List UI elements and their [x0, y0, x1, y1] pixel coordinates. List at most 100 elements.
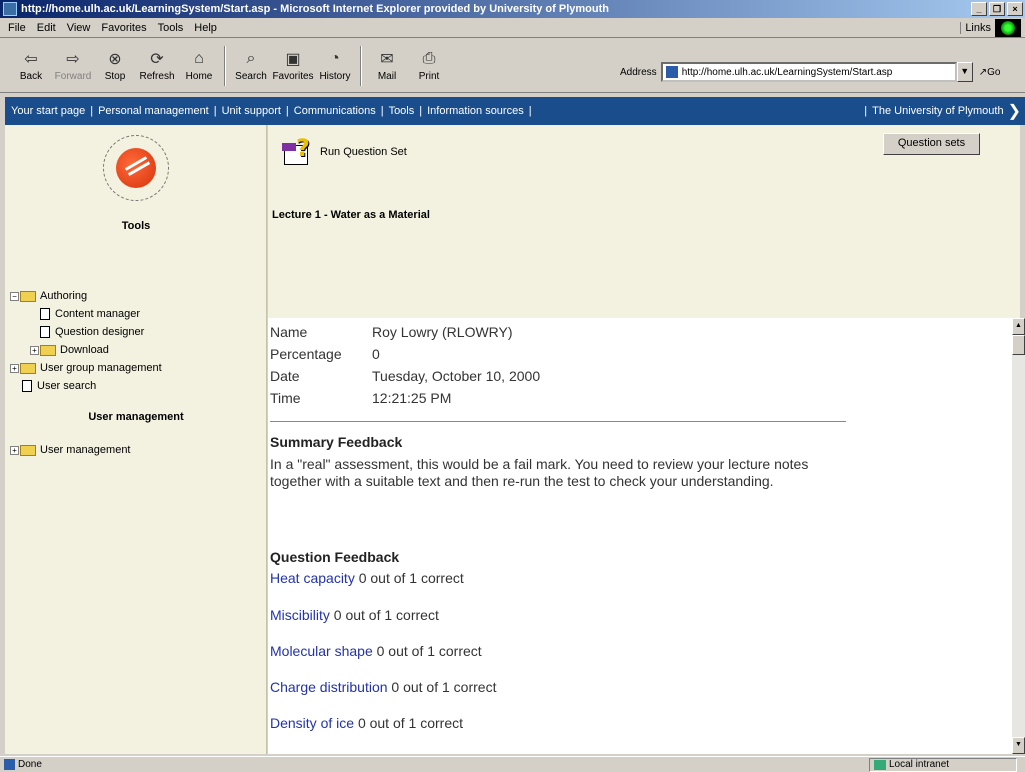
date-label: Date [270, 368, 300, 384]
summary-text: In a "real" assessment, this would be a … [270, 456, 809, 489]
topic-link-charge-distribution[interactable]: Charge distribution [270, 679, 388, 695]
expand-icon[interactable]: + [30, 345, 39, 355]
feedback-row: Density of ice 0 out of 1 correct [270, 715, 463, 731]
nav-communications[interactable]: Communications [294, 105, 376, 117]
ie-throbber-icon [995, 18, 1021, 37]
print-button[interactable]: ⎙ Print [408, 49, 450, 82]
expand-icon[interactable]: + [10, 445, 19, 455]
home-button[interactable]: ⌂ Home [178, 49, 220, 82]
forward-button[interactable]: ⇨ Forward [52, 49, 94, 82]
forward-arrow-icon: ⇨ [66, 51, 80, 68]
feedback-result: 0 out of 1 correct [333, 607, 439, 623]
nav-tools[interactable]: Tools [389, 105, 415, 117]
search-button[interactable]: ⌕ Search [230, 49, 272, 82]
back-button[interactable]: ⇦ Back [10, 49, 52, 82]
go-button[interactable]: ↗Go [979, 67, 1001, 78]
page-icon [665, 66, 678, 78]
tree-item-authoring[interactable]: − Authoring [10, 287, 162, 305]
folder-icon [20, 362, 36, 374]
question-sets-button[interactable]: Question sets [883, 133, 980, 155]
close-button[interactable]: × [1007, 2, 1023, 16]
ie-page-icon [3, 2, 17, 16]
menu-help[interactable]: Help [194, 22, 217, 34]
tree-item-user-search[interactable]: User search [10, 377, 162, 395]
back-arrow-icon: ⇦ [24, 51, 38, 68]
vertical-scrollbar[interactable]: ▲ ▼ [1012, 318, 1025, 754]
name-value: Roy Lowry (RLOWRY) [372, 324, 513, 340]
expand-icon[interactable]: + [10, 363, 19, 373]
nav-unit-support[interactable]: Unit support [222, 105, 281, 117]
nav-personal-management[interactable]: Personal management [98, 105, 209, 117]
authoring-tree: − Authoring Content manager Question des… [10, 287, 162, 395]
results-panel: Name Roy Lowry (RLOWRY) Percentage 0 Dat… [268, 318, 1012, 754]
menu-view[interactable]: View [67, 22, 91, 34]
run-question-set: ? Run Question Set [282, 134, 407, 167]
topic-link-molecular-shape[interactable]: Molecular shape [270, 643, 373, 659]
refresh-button[interactable]: ⟳ Refresh [136, 49, 178, 82]
tree-item-download[interactable]: + Download [10, 341, 162, 359]
history-button[interactable]: ◔ History [314, 49, 356, 82]
address-bar: Address http://home.ulh.ac.uk/LearningSy… [620, 62, 1000, 82]
tools-sidebar: Tools − Authoring Content manager Questi… [5, 125, 267, 754]
nav-university-link[interactable]: The University of Plymouth [872, 105, 1003, 117]
minimize-button[interactable]: _ [971, 2, 987, 16]
time-label: Time [270, 390, 301, 406]
tree-item-content-manager[interactable]: Content manager [10, 305, 162, 323]
menu-tools[interactable]: Tools [158, 22, 184, 34]
summary-heading: Summary Feedback [270, 434, 403, 450]
scroll-down-icon[interactable]: ▼ [1012, 737, 1025, 754]
feedback-result: 0 out of 1 correct [358, 570, 464, 586]
home-icon: ⌂ [194, 50, 204, 67]
menu-favorites[interactable]: Favorites [101, 22, 146, 34]
nav-information-sources[interactable]: Information sources [427, 105, 524, 117]
scroll-up-icon[interactable]: ▲ [1012, 318, 1025, 335]
nav-start-page[interactable]: Your start page [11, 105, 85, 117]
name-row: Name Roy Lowry (RLOWRY) [270, 324, 513, 340]
tree-item-question-designer[interactable]: Question designer [10, 323, 162, 341]
collapse-icon[interactable]: − [10, 291, 19, 301]
question-set-icon: ? [282, 134, 314, 167]
favorites-button[interactable]: ▣ Favorites [272, 49, 314, 82]
status-text: Done [18, 759, 42, 770]
feedback-result: 0 out of 1 correct [391, 679, 497, 695]
nav-expand-icon[interactable]: ❯ [1008, 101, 1021, 121]
address-label: Address [620, 66, 657, 78]
topic-link-heat-capacity[interactable]: Heat capacity [270, 570, 355, 586]
time-row: Time 12:21:25 PM [270, 390, 451, 406]
tree-item-user-group-management[interactable]: + User group management [10, 359, 162, 377]
date-value: Tuesday, October 10, 2000 [372, 368, 541, 384]
intranet-icon [874, 759, 886, 770]
security-zone: Local intranet [869, 757, 1017, 772]
menu-edit[interactable]: Edit [37, 22, 56, 34]
time-value: 12:21:25 PM [372, 390, 452, 406]
percentage-value: 0 [372, 346, 380, 362]
restore-button[interactable]: ❐ [989, 2, 1005, 16]
feedback-result: 0 out of 1 correct [357, 715, 463, 731]
topic-link-density-of-ice[interactable]: Density of ice [270, 715, 354, 731]
mail-button[interactable]: ✉ Mail [366, 49, 408, 82]
favorites-icon: ▣ [285, 51, 301, 68]
links-button[interactable]: Links [960, 21, 991, 34]
content-header: ? Run Question Set Question sets Lecture… [268, 125, 1020, 318]
stop-icon: ⊗ [108, 51, 122, 68]
tree-item-user-management[interactable]: + User management [10, 441, 131, 459]
document-icon [22, 380, 32, 392]
window-title: http://home.ulh.ac.uk/LearningSystem/Sta… [21, 3, 609, 15]
run-question-set-label: Run Question Set [320, 146, 407, 158]
address-input[interactable]: http://home.ulh.ac.uk/LearningSystem/Sta… [660, 62, 957, 82]
history-icon: ◔ [330, 50, 340, 67]
feedback-row: Heat capacity 0 out of 1 correct [270, 570, 464, 586]
status-bar: Done Local intranet [0, 756, 1025, 772]
percentage-row: Percentage 0 [270, 346, 380, 362]
menu-file[interactable]: File [8, 22, 26, 34]
address-dropdown-button[interactable]: ▼ [956, 62, 973, 82]
toolbar-separator [360, 45, 362, 86]
site-nav-bar: Your start page | Personal management | Un… [5, 97, 1025, 125]
stop-button[interactable]: ⊗ Stop [94, 49, 136, 82]
feedback-row: Molecular shape 0 out of 1 correct [270, 643, 482, 659]
percentage-label: Percentage [270, 346, 342, 362]
feedback-row: Charge distribution 0 out of 1 correct [270, 679, 496, 695]
topic-link-miscibility[interactable]: Miscibility [270, 607, 330, 623]
scroll-thumb[interactable] [1012, 335, 1025, 355]
window-title-bar[interactable]: http://home.ulh.ac.uk/LearningSystem/Sta… [0, 0, 1025, 18]
